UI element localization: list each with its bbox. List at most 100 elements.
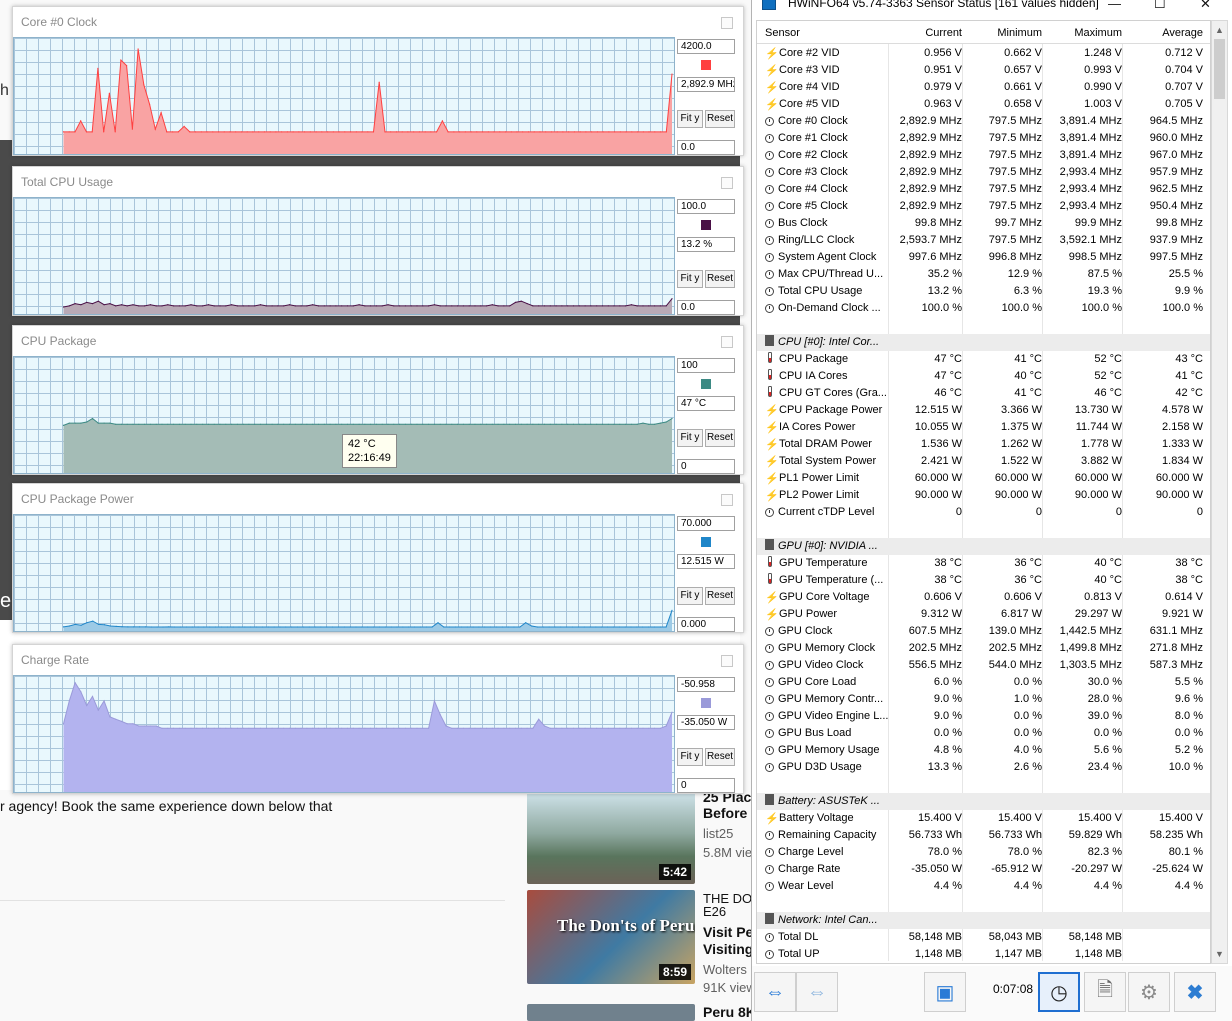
sensor-row[interactable]: Max CPU/Thread U... 35.2 % 12.9 % 87.5 % … — [757, 266, 1210, 283]
sensor-row[interactable]: GPU Temperature 38 °C 36 °C 40 °C 38 °C — [757, 555, 1210, 572]
video-title-line[interactable]: Visit Pe — [703, 924, 753, 940]
fit-y-button[interactable]: Fit y — [677, 110, 703, 128]
graph-max-field[interactable]: 100.0 — [677, 199, 735, 214]
video-channel[interactable]: Wolters — [703, 962, 747, 977]
sensor-row[interactable]: CPU Package 47 °C 41 °C 52 °C 43 °C — [757, 351, 1210, 368]
column-header-average[interactable]: Average — [1122, 25, 1203, 42]
sensor-row[interactable]: ⚡Core #3 VID 0.951 V 0.657 V 0.993 V 0.70… — [757, 62, 1210, 79]
column-header-maximum[interactable]: Maximum — [1042, 25, 1122, 42]
arrows-left-right-icon[interactable]: ⇔ — [754, 972, 796, 1012]
sensor-row[interactable]: Total CPU Usage 13.2 % 6.3 % 19.3 % 9.9 % — [757, 283, 1210, 300]
sensor-row[interactable] — [757, 895, 1210, 912]
reset-button[interactable]: Reset — [705, 270, 735, 288]
reset-button[interactable]: Reset — [705, 587, 735, 605]
maximize-icon[interactable]: ☐ — [1154, 0, 1166, 12]
sensor-row[interactable]: Core #1 Clock 2,892.9 MHz 797.5 MHz 3,891… — [757, 130, 1210, 147]
sensor-row[interactable]: GPU Memory Usage 4.8 % 4.0 % 5.6 % 5.2 % — [757, 742, 1210, 759]
graph-close-icon[interactable] — [721, 655, 733, 667]
column-header-minimum[interactable]: Minimum — [962, 25, 1042, 42]
sensor-row[interactable]: Charge Rate -35.050 W -65.912 W -20.297 W… — [757, 861, 1210, 878]
sensor-row[interactable]: Core #4 Clock 2,892.9 MHz 797.5 MHz 2,993… — [757, 181, 1210, 198]
graph-plot-area[interactable] — [13, 514, 675, 632]
graph-color-swatch[interactable] — [701, 698, 711, 708]
graph-max-field[interactable]: -50.958 — [677, 677, 735, 692]
video-title[interactable]: Peru 8K — [703, 1004, 756, 1020]
sensor-group-row[interactable]: Network: Intel Can... — [757, 912, 1210, 929]
graph-window[interactable]: Total CPU Usage 100.0 13.2 % Fit y Reset… — [12, 166, 744, 316]
sensor-row[interactable]: ⚡GPU Power 9.312 W 6.817 W 29.297 W 9.921… — [757, 606, 1210, 623]
graph-plot-area[interactable] — [13, 37, 675, 155]
sensor-row[interactable]: ⚡Battery Voltage 15.400 V 15.400 V 15.400… — [757, 810, 1210, 827]
graph-plot-area[interactable] — [13, 197, 675, 315]
sensor-row[interactable]: GPU Bus Load 0.0 % 0.0 % 0.0 % 0.0 % — [757, 725, 1210, 742]
video-title-line[interactable]: Before — [703, 805, 747, 821]
report-add-icon[interactable]: 🗎 — [1084, 972, 1126, 1012]
sensor-row[interactable]: Charge Level 78.0 % 78.0 % 82.3 % 80.1 % — [757, 844, 1210, 861]
network-icon[interactable]: ▣ — [924, 972, 966, 1012]
settings-gear-icon[interactable]: ⚙ — [1128, 972, 1170, 1012]
sensor-row[interactable]: CPU GT Cores (Gra... 46 °C 41 °C 46 °C 42… — [757, 385, 1210, 402]
sensor-row[interactable]: Core #3 Clock 2,892.9 MHz 797.5 MHz 2,993… — [757, 164, 1210, 181]
graph-close-icon[interactable] — [721, 494, 733, 506]
sensor-row[interactable]: Core #2 Clock 2,892.9 MHz 797.5 MHz 3,891… — [757, 147, 1210, 164]
collapse-arrows-icon[interactable]: ⇔ — [796, 972, 838, 1012]
sensor-row[interactable]: Total UP 1,148 MB 1,147 MB 1,148 MB — [757, 946, 1210, 963]
sensor-group-row[interactable]: GPU [#0]: NVIDIA ... — [757, 538, 1210, 555]
graph-color-swatch[interactable] — [701, 379, 711, 389]
graph-close-icon[interactable] — [721, 17, 733, 29]
graph-max-field[interactable]: 70.000 — [677, 516, 735, 531]
graph-max-field[interactable]: 4200.0 — [677, 39, 735, 54]
sensor-row[interactable]: ⚡PL1 Power Limit 60.000 W 60.000 W 60.000… — [757, 470, 1210, 487]
graph-window[interactable]: Charge Rate -50.958 -35.050 W Fit y Rese… — [12, 644, 744, 794]
scroll-down-icon[interactable]: ▼ — [1215, 949, 1224, 959]
sensor-row[interactable]: GPU Temperature (... 38 °C 36 °C 40 °C 38… — [757, 572, 1210, 589]
reset-button[interactable]: Reset — [705, 429, 735, 447]
close-icon[interactable]: ✕ — [1200, 0, 1211, 12]
sensor-group-row[interactable]: Battery: ASUSTeK ... — [757, 793, 1210, 810]
sensor-row[interactable]: GPU Video Clock 556.5 MHz 544.0 MHz 1,303… — [757, 657, 1210, 674]
table-header[interactable]: Sensor Current Minimum Maximum Average — [757, 21, 1210, 44]
sensor-row[interactable]: GPU Memory Contr... 9.0 % 1.0 % 28.0 % 9.… — [757, 691, 1210, 708]
graph-min-field[interactable]: 0.0 — [677, 300, 735, 315]
graph-max-field[interactable]: 100 — [677, 358, 735, 373]
sensor-row[interactable]: GPU Video Engine L... 9.0 % 0.0 % 39.0 % … — [757, 708, 1210, 725]
column-header-sensor[interactable]: Sensor — [765, 25, 888, 42]
graph-close-icon[interactable] — [721, 177, 733, 189]
graph-color-swatch[interactable] — [701, 60, 711, 70]
sensor-row[interactable]: ⚡GPU Core Voltage 0.606 V 0.606 V 0.813 V… — [757, 589, 1210, 606]
sensor-row[interactable]: Remaining Capacity 56.733 Wh 56.733 Wh 59… — [757, 827, 1210, 844]
close-x-icon[interactable]: ✖ — [1174, 972, 1216, 1012]
graph-color-swatch[interactable] — [701, 220, 711, 230]
fit-y-button[interactable]: Fit y — [677, 429, 703, 447]
video-title-line[interactable]: Visiting — [703, 941, 753, 957]
sensor-row[interactable] — [757, 317, 1210, 334]
graph-window[interactable]: CPU Package Power 70.000 12.515 W Fit y … — [12, 483, 744, 633]
video-thumbnail[interactable]: The Don'ts of Peru 8:59 — [527, 890, 695, 984]
sensor-row[interactable]: Core #0 Clock 2,892.9 MHz 797.5 MHz 3,891… — [757, 113, 1210, 130]
graph-min-field[interactable]: 0 — [677, 459, 735, 474]
graph-min-field[interactable]: 0.0 — [677, 140, 735, 155]
sensor-row[interactable]: ⚡CPU Package Power 12.515 W 3.366 W 13.73… — [757, 402, 1210, 419]
fit-y-button[interactable]: Fit y — [677, 748, 703, 766]
sensor-row[interactable]: Total DL 58,148 MB 58,043 MB 58,148 MB — [757, 929, 1210, 946]
video-title-line[interactable]: E26 — [703, 904, 726, 919]
reset-button[interactable]: Reset — [705, 748, 735, 766]
fit-y-button[interactable]: Fit y — [677, 587, 703, 605]
sensor-row[interactable] — [757, 521, 1210, 538]
sensor-row[interactable]: ⚡Total DRAM Power 1.536 W 1.262 W 1.778 W… — [757, 436, 1210, 453]
vertical-scrollbar[interactable]: ▲ ▼ — [1211, 20, 1228, 964]
sensor-row[interactable]: Ring/LLC Clock 2,593.7 MHz 797.5 MHz 3,59… — [757, 232, 1210, 249]
sensor-row[interactable]: Core #5 Clock 2,892.9 MHz 797.5 MHz 2,993… — [757, 198, 1210, 215]
graph-close-icon[interactable] — [721, 336, 733, 348]
sensor-row[interactable]: ⚡IA Cores Power 10.055 W 1.375 W 11.744 W… — [757, 419, 1210, 436]
sensor-row[interactable]: CPU IA Cores 47 °C 40 °C 52 °C 41 °C — [757, 368, 1210, 385]
sensor-row[interactable]: Bus Clock 99.8 MHz 99.7 MHz 99.9 MHz 99.8… — [757, 215, 1210, 232]
sensor-row[interactable]: GPU D3D Usage 13.3 % 2.6 % 23.4 % 10.0 % — [757, 759, 1210, 776]
sensor-row[interactable]: ⚡Core #4 VID 0.979 V 0.661 V 0.990 V 0.70… — [757, 79, 1210, 96]
sensor-row[interactable]: ⚡Total System Power 2.421 W 1.522 W 3.882… — [757, 453, 1210, 470]
graph-min-field[interactable]: 0.000 — [677, 617, 735, 632]
reset-button[interactable]: Reset — [705, 110, 735, 128]
video-channel[interactable]: list25 — [703, 826, 733, 841]
graph-window[interactable]: Core #0 Clock 4200.0 2,892.9 MHz Fit y R… — [12, 6, 744, 156]
sensor-row[interactable]: GPU Memory Clock 202.5 MHz 202.5 MHz 1,49… — [757, 640, 1210, 657]
